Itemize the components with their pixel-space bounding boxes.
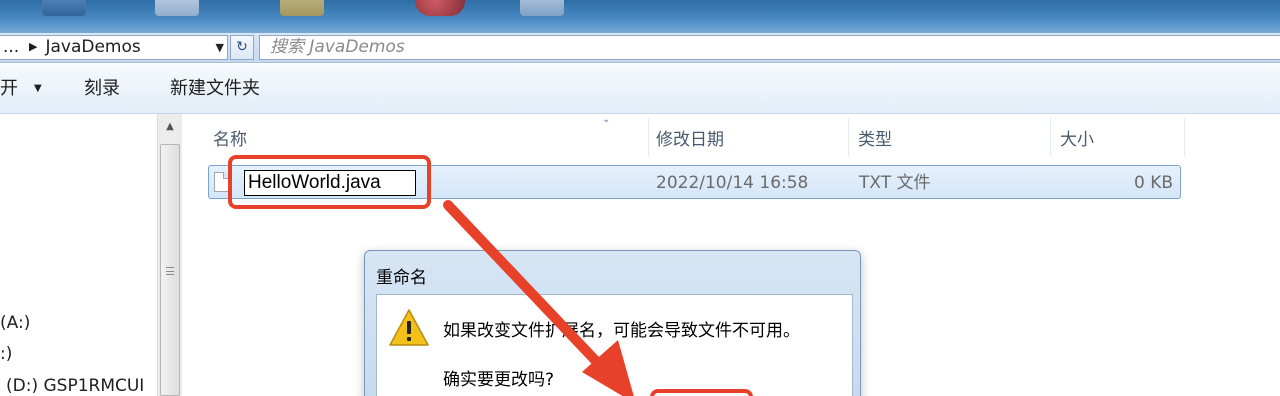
nav-scrollbar[interactable]: ▲ <box>157 114 182 396</box>
column-header-type[interactable]: 类型 <box>858 125 892 150</box>
address-history-dropdown-icon[interactable]: ▼ <box>216 36 224 59</box>
search-input[interactable]: 搜索 JavaDemos <box>259 35 1280 60</box>
desktop-shortcut-icon[interactable] <box>280 0 324 16</box>
file-size: 0 KB <box>1134 173 1174 193</box>
nav-item-drive-a[interactable]: (A:) <box>0 312 30 334</box>
breadcrumb-separator-icon[interactable]: ▶ <box>29 35 37 58</box>
file-modified-date: 2022/10/14 16:58 <box>656 173 809 193</box>
nav-item-drive-d[interactable]: (D:) GSP1RMCUI <box>6 375 144 396</box>
open-button[interactable]: 开 ▼ <box>0 78 42 103</box>
dialog-message: 如果改变文件扩展名，可能会导致文件不可用。 <box>443 321 800 341</box>
column-divider[interactable] <box>1050 118 1051 156</box>
desktop-strip <box>0 0 1280 33</box>
dialog-body: 如果改变文件扩展名，可能会导致文件不可用。 确实要更改吗? <box>376 294 853 396</box>
breadcrumb-folder[interactable]: JavaDemos <box>45 37 140 57</box>
desktop-shortcut-icon[interactable] <box>42 0 86 16</box>
grip-icon <box>166 267 174 275</box>
dialog-question: 确实要更改吗? <box>443 370 555 390</box>
column-header-modified[interactable]: 修改日期 <box>656 125 724 150</box>
navigation-pane: (A:) :) (D:) GSP1RMCUI <box>0 114 157 396</box>
new-folder-button[interactable]: 新建文件夹 <box>170 78 260 100</box>
desktop-shortcut-icon[interactable] <box>520 0 564 16</box>
column-divider[interactable] <box>1184 118 1185 156</box>
path-overflow[interactable]: ... <box>3 36 29 59</box>
address-path-box[interactable]: ... ▶ JavaDemos ▼ <box>0 35 228 60</box>
command-toolbar: 开 ▼ 刻录 新建文件夹 <box>0 64 1280 114</box>
desktop-shortcut-icon[interactable] <box>415 0 465 16</box>
column-divider[interactable] <box>648 118 649 156</box>
warning-icon <box>389 309 429 346</box>
refresh-icon[interactable]: ↻ <box>230 35 254 60</box>
annotation-highlight-filename <box>228 155 431 209</box>
annotation-highlight-button <box>650 389 753 396</box>
scroll-up-icon[interactable]: ▲ <box>158 114 182 140</box>
file-type: TXT 文件 <box>859 173 931 193</box>
file-list-header: ⌄ 名称 修改日期 类型 大小 <box>182 114 1280 160</box>
column-header-size[interactable]: 大小 <box>1060 125 1094 150</box>
rename-dialog: 重命名 如果改变文件扩展名，可能会导致文件不可用。 确实要更改吗? <box>364 250 861 396</box>
sort-indicator-icon: ⌄ <box>602 114 611 125</box>
burn-button[interactable]: 刻录 <box>84 78 120 100</box>
column-divider[interactable] <box>848 118 849 156</box>
chevron-down-icon: ▼ <box>34 83 42 94</box>
column-header-name[interactable]: 名称 <box>213 125 247 150</box>
scrollbar-thumb[interactable] <box>160 144 180 396</box>
open-button-label: 开 <box>0 78 18 99</box>
dialog-title: 重命名 <box>376 268 427 288</box>
nav-item-drive-c[interactable]: :) <box>0 343 12 365</box>
address-row: ... ▶ JavaDemos ▼ ↻ 搜索 JavaDemos <box>0 33 1280 63</box>
desktop-shortcut-icon[interactable] <box>155 0 199 16</box>
